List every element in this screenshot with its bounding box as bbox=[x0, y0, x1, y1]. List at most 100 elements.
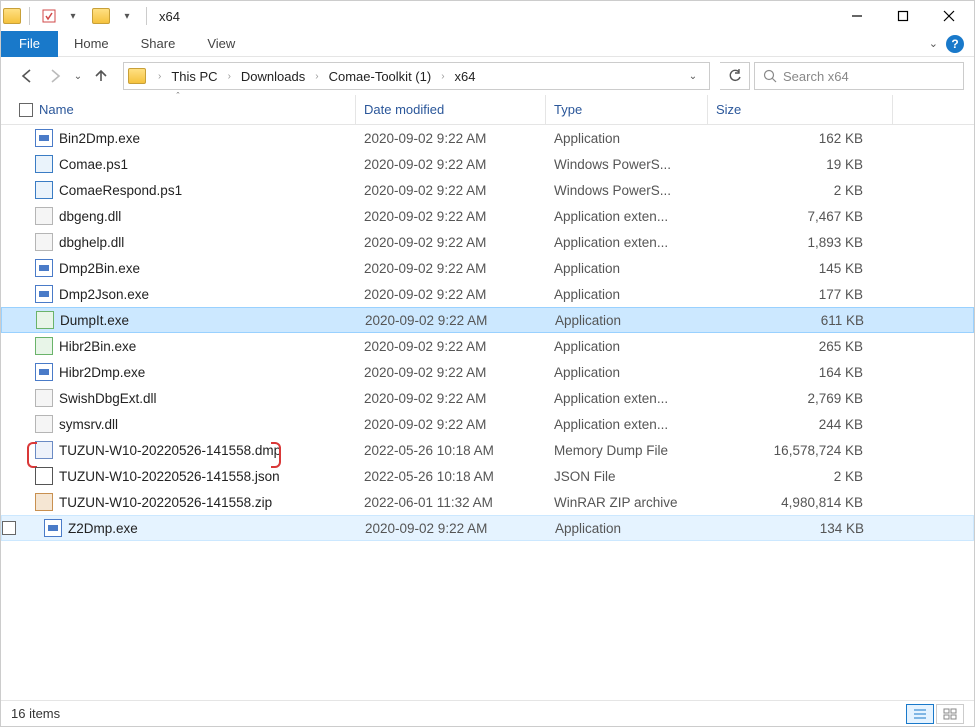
breadcrumb-item[interactable]: Downloads bbox=[239, 69, 307, 84]
file-row[interactable]: DumpIt.exe2020-09-02 9:22 AMApplication6… bbox=[1, 307, 974, 333]
file-type: Application bbox=[546, 339, 708, 354]
file-size: 16,578,724 KB bbox=[708, 443, 893, 458]
file-row[interactable]: TUZUN-W10-20220526-141558.zip2022-06-01 … bbox=[1, 489, 974, 515]
view-details-button[interactable] bbox=[906, 704, 934, 724]
folder-icon bbox=[128, 68, 146, 84]
up-button[interactable] bbox=[89, 64, 113, 88]
column-size[interactable]: Size bbox=[708, 95, 893, 124]
file-name-cell: Hibr2Bin.exe bbox=[1, 337, 356, 355]
file-size: 265 KB bbox=[708, 339, 893, 354]
folder-icon bbox=[92, 8, 110, 24]
tab-share[interactable]: Share bbox=[125, 31, 192, 57]
breadcrumb-item[interactable]: This PC bbox=[169, 69, 219, 84]
file-row[interactable]: TUZUN-W10-20220526-141558.dmp2022-05-26 … bbox=[1, 437, 974, 463]
dll-file-icon bbox=[35, 415, 53, 433]
help-icon[interactable]: ? bbox=[946, 35, 964, 53]
maximize-button[interactable] bbox=[880, 1, 926, 31]
qat-customize-icon[interactable]: ▾ bbox=[116, 5, 138, 27]
chevron-right-icon[interactable]: › bbox=[309, 71, 324, 82]
file-date: 2020-09-02 9:22 AM bbox=[357, 313, 547, 328]
file-row[interactable]: Hibr2Bin.exe2020-09-02 9:22 AMApplicatio… bbox=[1, 333, 974, 359]
file-size: 4,980,814 KB bbox=[708, 495, 893, 510]
file-row[interactable]: dbgeng.dll2020-09-02 9:22 AMApplication … bbox=[1, 203, 974, 229]
file-row[interactable]: SwishDbgExt.dll2020-09-02 9:22 AMApplica… bbox=[1, 385, 974, 411]
file-row[interactable]: Hibr2Dmp.exe2020-09-02 9:22 AMApplicatio… bbox=[1, 359, 974, 385]
file-name: Dmp2Bin.exe bbox=[59, 261, 140, 276]
exe-file-icon bbox=[44, 519, 62, 537]
file-name-cell: TUZUN-W10-20220526-141558.json bbox=[1, 467, 356, 485]
dll-file-icon bbox=[35, 233, 53, 251]
navigation-bar: ⌄ › This PC › Downloads › Comae-Toolkit … bbox=[1, 57, 974, 95]
file-size: 2 KB bbox=[708, 469, 893, 484]
file-type: Application exten... bbox=[546, 209, 708, 224]
file-date: 2020-09-02 9:22 AM bbox=[356, 391, 546, 406]
file-name-cell: dbgeng.dll bbox=[1, 207, 356, 225]
file-name-cell: SwishDbgExt.dll bbox=[1, 389, 356, 407]
breadcrumb-item[interactable]: x64 bbox=[453, 69, 478, 84]
file-date: 2022-06-01 11:32 AM bbox=[356, 495, 546, 510]
recent-locations-button[interactable]: ⌄ bbox=[71, 64, 85, 88]
file-type: Application bbox=[546, 287, 708, 302]
breadcrumb-item[interactable]: Comae-Toolkit (1) bbox=[327, 69, 434, 84]
special-file-icon bbox=[35, 337, 53, 355]
file-row[interactable]: TUZUN-W10-20220526-141558.json2022-05-26… bbox=[1, 463, 974, 489]
item-count: 16 items bbox=[11, 706, 60, 721]
file-name: Hibr2Bin.exe bbox=[59, 339, 136, 354]
file-type: JSON File bbox=[546, 469, 708, 484]
file-type: Memory Dump File bbox=[546, 443, 708, 458]
file-date: 2020-09-02 9:22 AM bbox=[356, 209, 546, 224]
search-input[interactable]: Search x64 bbox=[754, 62, 964, 90]
chevron-right-icon[interactable]: › bbox=[435, 71, 450, 82]
row-checkbox[interactable] bbox=[2, 521, 16, 535]
special-file-icon bbox=[36, 311, 54, 329]
qat-properties-button[interactable] bbox=[38, 5, 60, 27]
dll-file-icon bbox=[35, 389, 53, 407]
column-type[interactable]: Type bbox=[546, 95, 708, 124]
qat-dropdown-icon[interactable]: ▾ bbox=[62, 5, 84, 27]
file-name: Z2Dmp.exe bbox=[68, 521, 138, 536]
file-size: 145 KB bbox=[708, 261, 893, 276]
view-icons-button[interactable] bbox=[936, 704, 964, 724]
file-row[interactable]: dbghelp.dll2020-09-02 9:22 AMApplication… bbox=[1, 229, 974, 255]
chevron-right-icon[interactable]: › bbox=[222, 71, 237, 82]
address-dropdown-button[interactable]: ⌄ bbox=[681, 64, 705, 88]
column-date[interactable]: Date modified bbox=[356, 95, 546, 124]
file-date: 2020-09-02 9:22 AM bbox=[356, 287, 546, 302]
close-button[interactable] bbox=[926, 1, 972, 31]
tab-view[interactable]: View bbox=[191, 31, 251, 57]
tab-home[interactable]: Home bbox=[58, 31, 125, 57]
file-name-cell: Dmp2Bin.exe bbox=[1, 259, 356, 277]
file-row[interactable]: Bin2Dmp.exe2020-09-02 9:22 AMApplication… bbox=[1, 125, 974, 151]
search-icon bbox=[763, 69, 777, 83]
file-row[interactable]: Comae.ps12020-09-02 9:22 AMWindows Power… bbox=[1, 151, 974, 177]
file-name-cell: DumpIt.exe bbox=[2, 311, 357, 329]
file-type: Application exten... bbox=[546, 391, 708, 406]
file-row[interactable]: Dmp2Bin.exe2020-09-02 9:22 AMApplication… bbox=[1, 255, 974, 281]
chevron-right-icon[interactable]: › bbox=[152, 71, 167, 82]
ribbon-collapse-icon[interactable]: ⌄ bbox=[929, 37, 938, 50]
back-button[interactable] bbox=[15, 64, 39, 88]
sort-asc-icon: ˆ bbox=[177, 91, 180, 101]
file-type: Application bbox=[546, 365, 708, 380]
file-size: 7,467 KB bbox=[708, 209, 893, 224]
file-type: Application exten... bbox=[546, 417, 708, 432]
file-type: Application exten... bbox=[546, 235, 708, 250]
file-size: 611 KB bbox=[709, 313, 894, 328]
file-type: Application bbox=[546, 261, 708, 276]
file-date: 2020-09-02 9:22 AM bbox=[356, 131, 546, 146]
file-name: ComaeRespond.ps1 bbox=[59, 183, 182, 198]
minimize-button[interactable] bbox=[834, 1, 880, 31]
column-headers: Name ˆ Date modified Type Size bbox=[1, 95, 974, 125]
file-row[interactable]: Z2Dmp.exe2020-09-02 9:22 AMApplication13… bbox=[1, 515, 974, 541]
column-name[interactable]: Name ˆ bbox=[1, 95, 356, 124]
forward-button[interactable] bbox=[43, 64, 67, 88]
exe-file-icon bbox=[35, 129, 53, 147]
file-row[interactable]: ComaeRespond.ps12020-09-02 9:22 AMWindow… bbox=[1, 177, 974, 203]
file-row[interactable]: Dmp2Json.exe2020-09-02 9:22 AMApplicatio… bbox=[1, 281, 974, 307]
address-bar[interactable]: › This PC › Downloads › Comae-Toolkit (1… bbox=[123, 62, 710, 90]
refresh-button[interactable] bbox=[720, 62, 750, 90]
select-all-checkbox[interactable] bbox=[19, 103, 33, 117]
tab-file[interactable]: File bbox=[1, 31, 58, 57]
file-type: WinRAR ZIP archive bbox=[546, 495, 708, 510]
file-row[interactable]: symsrv.dll2020-09-02 9:22 AMApplication … bbox=[1, 411, 974, 437]
